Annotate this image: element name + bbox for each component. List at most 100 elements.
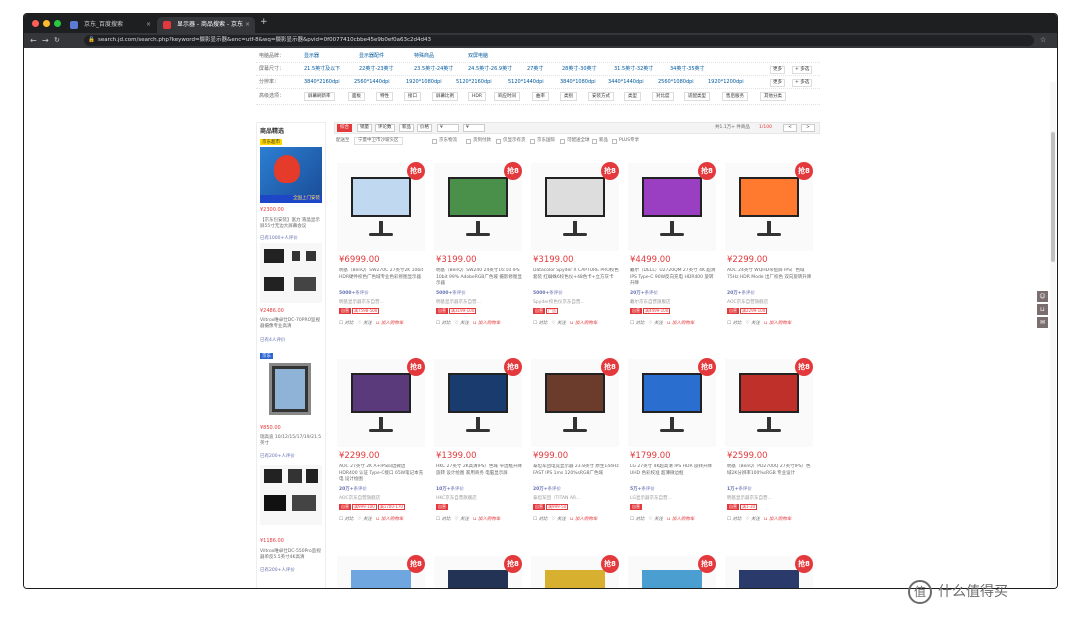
shop-name[interactable]: 戴尔京东自营旗舰店 (630, 299, 716, 305)
close-window-button[interactable] (32, 20, 39, 27)
filter-option[interactable]: 3440*1440dpi (608, 76, 644, 89)
multi-select-button[interactable]: + 多选 (792, 66, 813, 74)
compare-button[interactable]: ☐ 对比 (630, 516, 644, 524)
sort-default[interactable]: 综合 (337, 124, 352, 132)
compare-button[interactable]: ☐ 对比 (339, 516, 353, 524)
comment-count[interactable]: 20万+条评价 (533, 486, 561, 492)
comment-count[interactable]: 5000+条评价 (339, 290, 369, 296)
compare-button[interactable]: ☐ 对比 (436, 320, 450, 328)
checkbox-jd-intl[interactable] (530, 139, 535, 144)
close-tab-icon[interactable]: × (146, 17, 151, 33)
maximize-window-button[interactable] (54, 20, 61, 27)
checkbox-plus[interactable] (612, 139, 617, 144)
compare-button[interactable]: ☐ 对比 (630, 320, 644, 328)
comment-count[interactable]: 1万+条评价 (727, 486, 752, 492)
add-to-cart-button[interactable]: ⊔ 加入购物车 (570, 516, 597, 524)
left-product-name[interactable]: Viltrox唯卓仕DC-70PRO监视器摄像专业高清 (260, 318, 322, 330)
shop-name[interactable]: 泰坦军团（TITAN AR... (533, 495, 619, 501)
filter-option[interactable]: 5120*2160dpi (456, 76, 492, 89)
comment-count[interactable]: 10万+条评价 (436, 486, 464, 492)
tab-baidu[interactable]: 京东_百度搜索 × (64, 17, 156, 33)
product-title[interactable]: 明基（BenQ）SW240 24英寸16:10 IPS 10bit 99% Ad… (436, 268, 522, 288)
shop-name[interactable]: 明基显示器京东自营... (339, 299, 425, 305)
dropdown-panel[interactable]: 面板 (348, 92, 365, 101)
product-card[interactable]: 抢8 (722, 553, 816, 588)
dropdown-type[interactable]: 类型 (624, 92, 641, 101)
sort-new[interactable]: 新品 (399, 124, 414, 132)
product-card[interactable]: 抢8 ¥4499.00 戴尔（DELL）U2720QM 27英寸 4K 超清 IPS… (625, 160, 719, 346)
product-card[interactable]: 抢8 (431, 553, 525, 588)
product-card[interactable]: 抢8 (334, 553, 428, 588)
product-title[interactable]: 明基（BenQ）SW270C 27英寸2K 10bit HDR硬件校色广色域专业… (339, 268, 425, 288)
dropdown-hdr[interactable]: HDR (468, 92, 486, 101)
follow-button[interactable]: ♡ 关注 (454, 320, 468, 328)
filter-option[interactable]: 特殊商品 (414, 50, 434, 63)
comment-count[interactable]: 20万+条评价 (339, 486, 367, 492)
filter-option[interactable]: 5120*1440dpi (508, 76, 544, 89)
follow-button[interactable]: ♡ 关注 (648, 516, 662, 524)
filter-option[interactable]: 23.5英寸-24英寸 (414, 63, 453, 76)
dropdown-ratio[interactable]: 屏幕比例 (432, 92, 458, 101)
product-card[interactable]: 抢8 ¥6999.00 明基（BenQ）SW270C 27英寸2K 10bit HD… (334, 160, 428, 346)
product-card[interactable]: 抢8 ¥999.00 泰坦军团电竞显示器 23.8英寸 原生144Hz FAST I… (528, 356, 622, 542)
product-title[interactable]: AOC 24英寸 WQHD带鱼屏 IPS广色域 75Hz HDR Mode 出厂… (727, 268, 813, 288)
add-to-cart-button[interactable]: ⊔ 加入购物车 (376, 516, 403, 524)
more-button[interactable]: 更多 (770, 79, 785, 87)
scrollbar-thumb[interactable] (1051, 132, 1055, 262)
follow-button[interactable]: ♡ 关注 (551, 320, 565, 328)
dropdown-response[interactable]: 响应时间 (494, 92, 520, 101)
left-product-name[interactable]: Viltrox唯卓仕DC-550Pro监视器单反5.5英寸4K高清 (260, 549, 322, 561)
filter-option[interactable]: 显示器 (304, 50, 319, 63)
dropdown-refresh-rate[interactable]: 屏幕刷新率 (304, 92, 335, 101)
checkbox-new[interactable] (592, 139, 597, 144)
next-page-button[interactable]: > (801, 124, 815, 132)
product-card[interactable]: 抢8 ¥3199.00 明基（BenQ）SW240 24英寸16:10 IPS 10… (431, 160, 525, 346)
new-tab-button[interactable]: + (260, 17, 268, 27)
prev-page-button[interactable]: < (783, 124, 797, 132)
filter-option[interactable]: 1920*1080dpi (406, 76, 442, 89)
dropdown-install[interactable]: 安装方式 (588, 92, 614, 101)
product-card[interactable]: 抢8 ¥3199.00 Datacolor Spyder X CAPTURE PRO… (528, 160, 622, 346)
product-image[interactable] (260, 147, 322, 195)
filter-option[interactable]: 27英寸 (527, 63, 543, 76)
compare-button[interactable]: ☐ 对比 (436, 516, 450, 524)
product-title[interactable]: AOC 27英寸 2K A+IPS四边微边 HDR400 认证 Type-C接口… (339, 464, 425, 484)
product-card[interactable]: 抢8 ¥2299.00 AOC 24英寸 WQHD带鱼屏 IPS广色域 75Hz H… (722, 160, 816, 346)
sort-price[interactable]: 价格 (417, 124, 432, 132)
sort-comments[interactable]: 评论数 (375, 124, 395, 132)
shop-name[interactable]: 明基显示器京东自营... (727, 495, 813, 501)
follow-button[interactable]: ♡ 关注 (648, 320, 662, 328)
minimize-window-button[interactable] (43, 20, 50, 27)
close-tab-icon[interactable]: × (245, 17, 250, 33)
multi-select-button[interactable]: + 多选 (792, 79, 813, 87)
dropdown-category[interactable]: 类别 (560, 92, 577, 101)
user-icon[interactable]: ☺ (1037, 291, 1048, 302)
dropdown-contrast[interactable]: 对比度 (652, 92, 674, 101)
shop-name[interactable]: HKC京东自营旗舰店 (436, 495, 522, 501)
checkbox-cod[interactable] (466, 139, 471, 144)
filter-option[interactable]: 3840*2160dpi (304, 76, 340, 89)
compare-button[interactable]: ☐ 对比 (727, 320, 741, 328)
add-to-cart-button[interactable]: ⊔ 加入购物车 (570, 320, 597, 328)
reload-icon[interactable]: ↻ (54, 34, 60, 47)
follow-button[interactable]: ♡ 关注 (551, 516, 565, 524)
url-input[interactable]: 🔒 search.jd.com/search.php?keyword=摄影显示器… (84, 35, 1034, 46)
compare-button[interactable]: ☐ 对比 (339, 320, 353, 328)
product-image[interactable] (260, 243, 322, 303)
filter-option[interactable]: 2560*1080dpi (658, 76, 694, 89)
forward-icon[interactable]: → (42, 34, 49, 47)
product-title[interactable]: LG 27英寸 4K超高清 IPS HDR 旋转升降 UHD 色彩校准 超薄微边… (630, 464, 716, 484)
product-image[interactable] (260, 465, 322, 525)
filter-option[interactable]: 3840*1080dpi (560, 76, 596, 89)
add-to-cart-button[interactable]: ⊔ 加入购物车 (473, 516, 500, 524)
dropdown-port[interactable]: 接口 (404, 92, 421, 101)
add-to-cart-button[interactable]: ⊔ 加入购物车 (376, 320, 403, 328)
add-to-cart-button[interactable]: ⊔ 加入购物车 (667, 516, 694, 524)
scrollbar[interactable] (1050, 82, 1056, 588)
product-title[interactable]: 明基（BenQ）PD2700Q 27英寸IPS广色域2K分辨率100%sRGB … (727, 464, 813, 484)
product-card[interactable]: 抢8 ¥2599.00 明基（BenQ）PD2700Q 27英寸IPS广色域2K分辨… (722, 356, 816, 542)
filter-option[interactable]: 34英寸-35英寸 (670, 63, 705, 76)
filter-option[interactable]: 24.5英寸-26.9英寸 (468, 63, 512, 76)
shop-name[interactable]: 明基显示器京东自营... (436, 299, 522, 305)
comment-count[interactable]: 20万+条评价 (630, 290, 658, 296)
